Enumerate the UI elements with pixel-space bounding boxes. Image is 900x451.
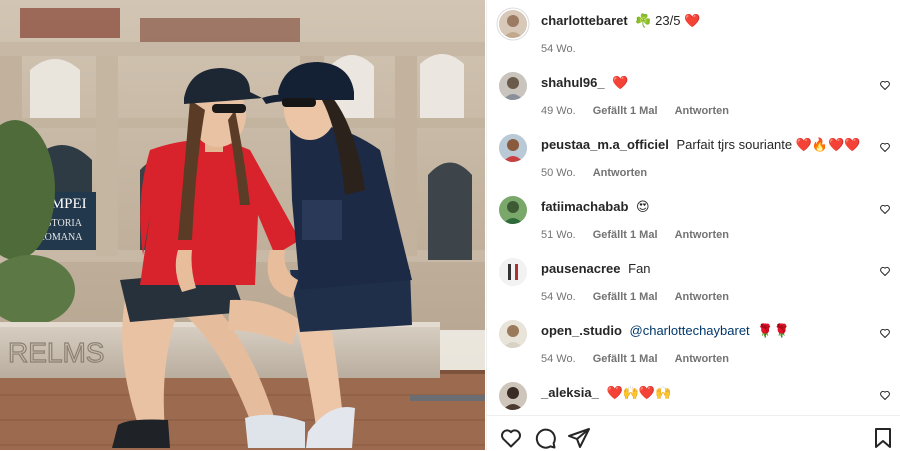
- paper-plane-icon[interactable]: [567, 426, 591, 450]
- post-author[interactable]: charlottebaret: [541, 13, 628, 28]
- commenter-avatar[interactable]: [499, 134, 527, 162]
- comment-like-icon[interactable]: [879, 141, 891, 153]
- reply-button[interactable]: Antworten: [675, 229, 729, 241]
- post-photo[interactable]: OMPEI STORIA ROMANA RELMS: [0, 0, 485, 450]
- commenter-avatar[interactable]: [499, 320, 527, 348]
- comment-item: peustaa_m.a_officiel Parfait tjrs souria…: [487, 134, 900, 194]
- bookmark-icon[interactable]: [871, 426, 895, 450]
- reply-button[interactable]: Antworten: [675, 105, 729, 117]
- comment-likes[interactable]: Gefällt 1 Mal: [593, 229, 658, 241]
- comment-username[interactable]: peustaa_m.a_officiel: [541, 137, 669, 152]
- comment-username[interactable]: pausenacree: [541, 261, 621, 276]
- graffiti-text: RELMS: [8, 337, 104, 368]
- heart-outline-icon[interactable]: [499, 426, 523, 450]
- comment-time[interactable]: 50 Wo.: [541, 167, 576, 179]
- comment-item: _aleksia_ ❤️🙌❤️🙌: [487, 382, 900, 415]
- comment-time[interactable]: 51 Wo.: [541, 229, 576, 241]
- reply-button[interactable]: Antworten: [675, 291, 729, 303]
- commenter-avatar[interactable]: [499, 72, 527, 100]
- sign-text-2: STORIA: [46, 218, 83, 229]
- comment-item: fatiimachabab 😍 51 Wo. Gefällt 1 Mal Ant…: [487, 196, 900, 256]
- author-avatar[interactable]: [499, 10, 527, 38]
- comment-username[interactable]: open_.studio: [541, 323, 622, 338]
- comment-text: Fan: [628, 261, 651, 276]
- comment-item: shahul96_ ❤️ 49 Wo. Gefällt 1 Mal Antwor…: [487, 72, 900, 132]
- comments-panel: charlottebaret ☘️ 23/5 ❤️ 54 Wo. shahul9…: [486, 0, 900, 451]
- photo-illustration: OMPEI STORIA ROMANA RELMS: [0, 0, 485, 450]
- commenter-avatar[interactable]: [499, 382, 527, 410]
- comment-item: pausenacree Fan 54 Wo. Gefällt 1 Mal Ant…: [487, 258, 900, 318]
- commenter-avatar[interactable]: [499, 258, 527, 286]
- comment-text: 😍: [636, 199, 650, 214]
- post-caption-text: ☘️ 23/5 ❤️: [635, 13, 701, 28]
- comment-username[interactable]: fatiimachabab: [541, 199, 628, 214]
- comment-time[interactable]: 54 Wo.: [541, 353, 576, 365]
- comment-text: Parfait tjrs souriante ❤️🔥❤️❤️: [676, 137, 861, 152]
- comment-time[interactable]: 49 Wo.: [541, 105, 576, 117]
- comment-likes[interactable]: Gefällt 1 Mal: [593, 353, 658, 365]
- reply-button[interactable]: Antworten: [675, 353, 729, 365]
- comment-text: ❤️🙌❤️🙌: [606, 385, 672, 400]
- reply-button[interactable]: Antworten: [593, 167, 647, 179]
- comment-mention[interactable]: @charlottechaybaret: [630, 323, 750, 338]
- comment-text: ❤️: [612, 75, 629, 90]
- comment-time[interactable]: 54 Wo.: [541, 291, 576, 303]
- comment-bubble-icon[interactable]: [533, 426, 557, 450]
- comment-likes[interactable]: Gefällt 1 Mal: [593, 105, 658, 117]
- comment-like-icon[interactable]: [879, 265, 891, 277]
- post-action-bar: [487, 415, 900, 451]
- comments-scroll[interactable]: charlottebaret ☘️ 23/5 ❤️ 54 Wo. shahul9…: [487, 0, 900, 415]
- comment-like-icon[interactable]: [879, 79, 891, 91]
- commenter-avatar[interactable]: [499, 196, 527, 224]
- comment-like-icon[interactable]: [879, 327, 891, 339]
- comment-text: 🌹🌹: [757, 323, 790, 338]
- post-caption: charlottebaret ☘️ 23/5 ❤️ 54 Wo.: [487, 10, 900, 70]
- post-time[interactable]: 54 Wo.: [541, 43, 576, 55]
- comment-likes[interactable]: Gefällt 1 Mal: [593, 291, 658, 303]
- comment-like-icon[interactable]: [879, 389, 891, 401]
- comment-username[interactable]: shahul96_: [541, 75, 605, 90]
- comment-item: open_.studio @charlottechaybaret 🌹🌹 54 W…: [487, 320, 900, 380]
- comment-username[interactable]: _aleksia_: [541, 385, 599, 400]
- comment-like-icon[interactable]: [879, 203, 891, 215]
